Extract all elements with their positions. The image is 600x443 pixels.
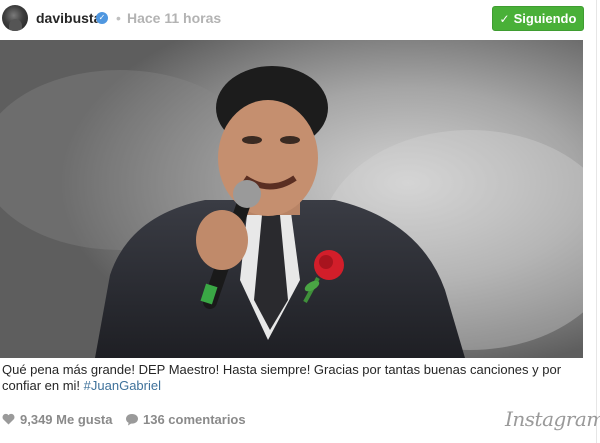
instagram-post: davibusta ✓ • Hace 11 horas ✓ Siguiendo [0,0,600,443]
instagram-logo[interactable]: Instagram [505,407,600,431]
verified-badge-icon: ✓ [96,12,108,24]
avatar[interactable] [2,5,28,31]
comment-icon[interactable] [125,413,139,426]
post-header: davibusta ✓ • Hace 11 horas ✓ Siguiendo [0,0,597,38]
check-icon: ✓ [499,11,510,26]
singer-photo-illustration [0,40,583,358]
post-caption: Qué pena más grande! DEP Maestro! Hasta … [2,362,587,394]
following-button-label: Siguiendo [513,11,577,26]
post-photo[interactable] [0,40,583,358]
username-link[interactable]: davibusta [36,10,101,26]
post-time[interactable]: Hace 11 horas [127,10,221,26]
heart-icon[interactable] [2,413,15,425]
separator-dot: • [116,10,121,26]
post-footer: 9,349 Me gusta 136 comentarios Instagram [0,405,600,433]
following-button[interactable]: ✓ Siguiendo [492,6,584,31]
hashtag-link[interactable]: #JuanGabriel [84,378,161,393]
comments-count[interactable]: 136 comentarios [143,412,246,427]
likes-count[interactable]: 9,349 Me gusta [20,412,113,427]
